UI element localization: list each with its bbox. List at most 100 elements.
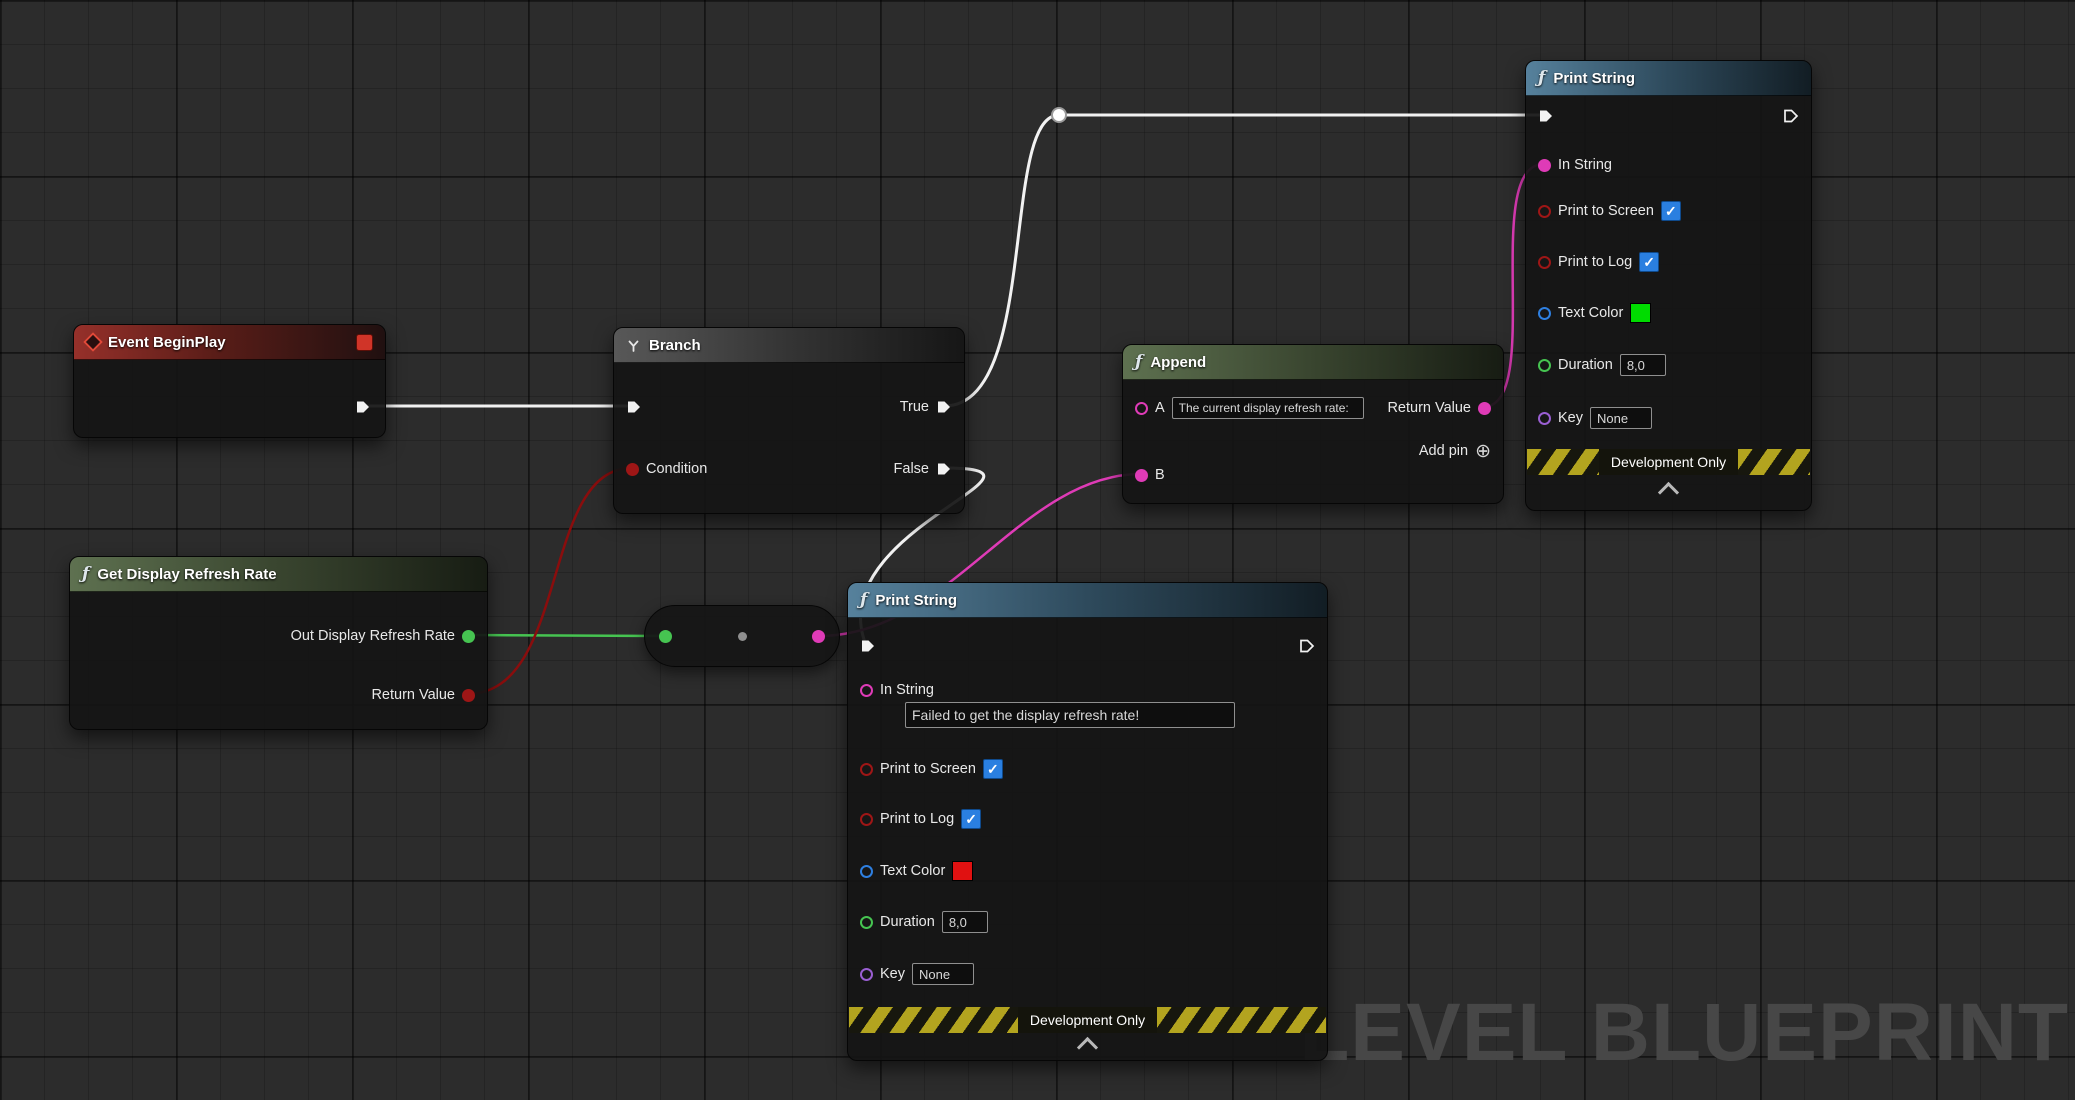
print-to-log-label: Print to Log — [1558, 254, 1632, 270]
function-icon: ƒ — [1538, 68, 1545, 88]
duration-pin[interactable] — [1538, 359, 1551, 372]
development-only-label: Development Only — [1018, 1007, 1157, 1033]
development-only-label: Development Only — [1599, 449, 1738, 475]
branch-icon — [626, 338, 641, 353]
node-title: Print String — [1553, 70, 1635, 87]
function-icon: ƒ — [1135, 352, 1142, 372]
node-print-string-bottom[interactable]: ƒ Print String In String Print to Screen… — [847, 582, 1328, 1061]
key-label: Key — [1558, 410, 1583, 426]
exec-out-pin[interactable] — [1783, 108, 1799, 124]
wire-float-refreshrate-to-conversion[interactable] — [467, 635, 665, 636]
a-value-input[interactable] — [1172, 397, 1364, 419]
exec-in-pin[interactable] — [860, 638, 876, 654]
true-exec-pin[interactable] — [936, 399, 952, 415]
collapse-chevron-icon[interactable] — [1657, 482, 1678, 503]
collapse-chevron-icon[interactable] — [1076, 1037, 1097, 1058]
text-color-label: Text Color — [1558, 305, 1623, 321]
text-color-pin[interactable] — [1538, 307, 1551, 320]
node-print-string-top[interactable]: ƒ Print String In String Print to Screen… — [1525, 60, 1812, 511]
node-float-to-string-conversion[interactable] — [644, 605, 840, 667]
print-to-screen-pin[interactable] — [1538, 205, 1551, 218]
exec-in-pin[interactable] — [626, 399, 642, 415]
add-pin-label: Add pin — [1419, 443, 1468, 459]
out-display-refresh-rate-label: Out Display Refresh Rate — [291, 628, 455, 644]
print-to-screen-pin[interactable] — [860, 763, 873, 776]
b-pin-label: B — [1155, 467, 1165, 483]
false-exec-pin[interactable] — [936, 461, 952, 477]
in-string-input[interactable] — [905, 702, 1235, 728]
text-color-swatch[interactable] — [952, 861, 973, 881]
key-pin[interactable] — [1538, 412, 1551, 425]
return-value-label: Return Value — [371, 687, 455, 703]
development-only-banner: Development Only — [1527, 449, 1810, 475]
print-to-log-checkbox[interactable]: ✓ — [961, 809, 981, 829]
a-pin[interactable] — [1135, 402, 1148, 415]
node-header[interactable]: ƒ Print String — [1526, 61, 1811, 96]
in-string-label: In String — [1558, 157, 1612, 173]
print-to-screen-label: Print to Screen — [880, 761, 976, 777]
checkmark-icon: ✓ — [965, 812, 977, 826]
b-pin[interactable] — [1135, 469, 1148, 482]
print-to-log-pin[interactable] — [1538, 256, 1551, 269]
string-output-pin[interactable] — [812, 630, 825, 643]
duration-label: Duration — [1558, 357, 1613, 373]
duration-input[interactable] — [1620, 354, 1666, 376]
exec-in-pin[interactable] — [1538, 108, 1554, 124]
node-header[interactable]: ƒ Append — [1123, 345, 1503, 380]
checkmark-icon: ✓ — [1643, 255, 1655, 269]
event-badge-icon — [356, 334, 373, 351]
in-string-pin[interactable] — [860, 684, 873, 697]
exec-out-pin[interactable] — [1299, 638, 1315, 654]
duration-pin[interactable] — [860, 916, 873, 929]
return-value-pin[interactable] — [1478, 402, 1491, 415]
condition-pin[interactable] — [626, 463, 639, 476]
node-title: Branch — [649, 337, 701, 354]
print-to-screen-checkbox[interactable]: ✓ — [1661, 201, 1681, 221]
print-to-log-checkbox[interactable]: ✓ — [1639, 252, 1659, 272]
key-pin[interactable] — [860, 968, 873, 981]
checkmark-icon: ✓ — [1665, 204, 1677, 218]
exec-out-pin[interactable] — [355, 399, 371, 415]
condition-pin-label: Condition — [646, 461, 707, 477]
reroute-node[interactable] — [1052, 108, 1066, 122]
level-blueprint-watermark: LEVEL BLUEPRINT — [1299, 986, 2069, 1080]
function-icon: ƒ — [82, 564, 89, 584]
return-value-pin[interactable] — [462, 689, 475, 702]
dot-icon — [738, 632, 747, 641]
add-pin-icon[interactable]: ⊕ — [1475, 442, 1491, 461]
key-input[interactable] — [1590, 407, 1652, 429]
text-color-swatch[interactable] — [1630, 303, 1651, 323]
in-string-pin[interactable] — [1538, 159, 1551, 172]
hazard-stripes-icon — [1527, 449, 1599, 475]
node-header[interactable]: ƒ Get Display Refresh Rate — [70, 557, 487, 592]
node-header[interactable]: Event BeginPlay — [74, 325, 385, 360]
node-branch[interactable]: Branch True Condition False — [613, 327, 965, 514]
node-get-display-refresh-rate[interactable]: ƒ Get Display Refresh Rate Out Display R… — [69, 556, 488, 730]
key-input[interactable] — [912, 963, 974, 985]
node-header[interactable]: Branch — [614, 328, 964, 363]
print-to-log-pin[interactable] — [860, 813, 873, 826]
node-append[interactable]: ƒ Append A Return Value Add pin ⊕ B — [1122, 344, 1504, 504]
checkmark-icon: ✓ — [987, 762, 999, 776]
duration-label: Duration — [880, 914, 935, 930]
duration-input[interactable] — [942, 911, 988, 933]
node-event-beginplay[interactable]: Event BeginPlay — [73, 324, 386, 438]
node-title: Print String — [875, 592, 957, 609]
true-pin-label: True — [900, 399, 929, 415]
wire-bool-returnvalue-to-condition[interactable] — [467, 468, 632, 694]
node-header[interactable]: ƒ Print String — [848, 583, 1327, 618]
a-pin-label: A — [1155, 400, 1165, 416]
blueprint-canvas[interactable]: LEVEL BLUEPRINT Event BeginPlay Branch — [0, 0, 2075, 1100]
print-to-screen-checkbox[interactable]: ✓ — [983, 759, 1003, 779]
out-display-refresh-rate-pin[interactable] — [462, 630, 475, 643]
key-label: Key — [880, 966, 905, 982]
hazard-stripes-icon — [849, 1007, 1018, 1033]
text-color-pin[interactable] — [860, 865, 873, 878]
in-string-label: In String — [880, 682, 934, 698]
print-to-screen-label: Print to Screen — [1558, 203, 1654, 219]
hazard-stripes-icon — [1157, 1007, 1326, 1033]
float-input-pin[interactable] — [659, 630, 672, 643]
event-icon — [83, 332, 103, 352]
development-only-banner: Development Only — [849, 1007, 1326, 1033]
node-title: Append — [1150, 354, 1206, 371]
